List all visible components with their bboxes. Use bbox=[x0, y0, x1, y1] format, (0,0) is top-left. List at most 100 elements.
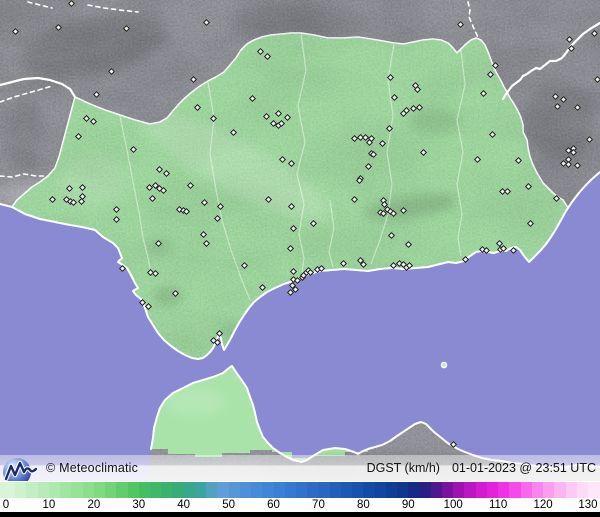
station-marker[interactable] bbox=[209, 114, 217, 122]
station-marker[interactable] bbox=[514, 156, 522, 164]
station-marker[interactable] bbox=[216, 202, 224, 210]
station-marker[interactable] bbox=[122, 24, 130, 32]
station-marker[interactable] bbox=[287, 202, 295, 210]
legend-info: DGST (km/h) 01-01-2023 @ 23:51 UTC bbox=[367, 461, 596, 475]
scale-color-block bbox=[15, 482, 27, 498]
station-marker[interactable] bbox=[54, 23, 62, 31]
station-marker[interactable] bbox=[155, 165, 163, 173]
station-marker[interactable] bbox=[565, 35, 573, 43]
station-marker[interactable] bbox=[419, 148, 427, 156]
station-marker[interactable] bbox=[229, 128, 237, 136]
station-marker[interactable] bbox=[193, 103, 201, 111]
station-marker[interactable] bbox=[573, 103, 581, 111]
station-marker[interactable] bbox=[593, 75, 600, 83]
station-marker[interactable] bbox=[67, 0, 75, 7]
station-marker[interactable] bbox=[386, 73, 394, 81]
station-marker[interactable] bbox=[258, 283, 266, 291]
station-marker[interactable] bbox=[74, 132, 82, 140]
station-marker[interactable] bbox=[399, 206, 407, 214]
station-marker[interactable] bbox=[215, 329, 223, 337]
station-marker[interactable] bbox=[202, 239, 210, 247]
scale-color-block bbox=[60, 482, 72, 498]
station-marker[interactable] bbox=[283, 113, 291, 121]
station-marker[interactable] bbox=[387, 231, 395, 239]
scale-color-block bbox=[105, 482, 117, 498]
station-marker[interactable] bbox=[112, 215, 120, 223]
scale-tick-label: 70 bbox=[312, 499, 325, 511]
station-marker[interactable] bbox=[378, 139, 386, 147]
station-marker[interactable] bbox=[144, 302, 152, 310]
scale-color-block bbox=[453, 482, 465, 498]
station-marker[interactable] bbox=[289, 267, 297, 275]
station-marker[interactable] bbox=[129, 145, 137, 153]
station-marker[interactable] bbox=[240, 261, 248, 269]
station-marker[interactable] bbox=[112, 205, 120, 213]
station-marker[interactable] bbox=[263, 52, 271, 60]
station-marker[interactable] bbox=[78, 183, 86, 191]
station-marker[interactable] bbox=[309, 219, 317, 227]
station-marker[interactable] bbox=[256, 47, 264, 55]
station-marker[interactable] bbox=[278, 155, 286, 163]
station-marker[interactable] bbox=[385, 124, 393, 132]
station-marker[interactable] bbox=[526, 219, 534, 227]
station-marker[interactable] bbox=[559, 95, 567, 103]
station-marker[interactable] bbox=[404, 240, 412, 248]
station-marker[interactable] bbox=[473, 155, 481, 163]
station-marker[interactable] bbox=[171, 289, 179, 297]
station-marker[interactable] bbox=[364, 162, 372, 170]
station-marker[interactable] bbox=[107, 67, 115, 75]
station-marker[interactable] bbox=[390, 93, 398, 101]
station-marker[interactable] bbox=[503, 187, 511, 195]
station-marker[interactable] bbox=[274, 109, 282, 117]
station-marker[interactable] bbox=[486, 70, 494, 78]
station-marker[interactable] bbox=[154, 239, 162, 247]
scale-color-block bbox=[26, 482, 38, 498]
station-marker[interactable] bbox=[339, 259, 347, 267]
station-marker[interactable] bbox=[461, 255, 469, 263]
scale-color-block bbox=[397, 482, 409, 498]
station-marker[interactable] bbox=[491, 61, 499, 69]
station-marker[interactable] bbox=[92, 90, 100, 98]
station-marker[interactable] bbox=[199, 230, 207, 238]
station-marker[interactable] bbox=[551, 92, 559, 100]
station-marker[interactable] bbox=[415, 103, 423, 111]
station-marker[interactable] bbox=[138, 298, 146, 306]
station-marker[interactable] bbox=[264, 195, 272, 203]
weather-map-screenshot: © Meteoclimatic DGST (km/h) 01-01-2023 @ … bbox=[0, 0, 600, 517]
station-marker[interactable] bbox=[262, 112, 270, 120]
station-marker[interactable] bbox=[48, 195, 56, 203]
station-marker[interactable] bbox=[456, 20, 464, 28]
station-marker[interactable] bbox=[162, 169, 170, 177]
station-marker[interactable] bbox=[585, 135, 593, 143]
station-marker[interactable] bbox=[287, 159, 295, 167]
station-marker[interactable] bbox=[573, 161, 581, 169]
station-marker[interactable] bbox=[552, 194, 560, 202]
station-marker[interactable] bbox=[89, 117, 97, 125]
scale-color-block bbox=[340, 482, 353, 498]
station-marker[interactable] bbox=[118, 264, 126, 272]
station-marker[interactable] bbox=[479, 89, 487, 97]
station-marker[interactable] bbox=[202, 18, 210, 26]
station-marker[interactable] bbox=[350, 195, 358, 203]
station-marker[interactable] bbox=[148, 194, 156, 202]
station-marker[interactable] bbox=[189, 75, 197, 83]
scale-color-block bbox=[554, 482, 566, 498]
station-marker[interactable] bbox=[11, 27, 19, 35]
station-marker[interactable] bbox=[590, 29, 598, 37]
station-marker[interactable] bbox=[488, 130, 496, 138]
station-marker[interactable] bbox=[65, 184, 73, 192]
station-marker[interactable] bbox=[200, 198, 208, 206]
station-marker[interactable] bbox=[289, 224, 297, 232]
station-marker[interactable] bbox=[286, 244, 294, 252]
scale-color-block bbox=[329, 482, 341, 498]
scale-color-block bbox=[116, 482, 128, 498]
station-marker[interactable] bbox=[553, 102, 561, 110]
station-marker[interactable] bbox=[82, 114, 90, 122]
station-marker[interactable] bbox=[248, 94, 256, 102]
station-marker[interactable] bbox=[213, 214, 221, 222]
station-marker[interactable] bbox=[509, 246, 517, 254]
station-marker[interactable] bbox=[449, 440, 457, 448]
station-marker[interactable] bbox=[186, 181, 194, 189]
station-marker[interactable] bbox=[567, 44, 575, 52]
station-marker[interactable] bbox=[524, 182, 532, 190]
